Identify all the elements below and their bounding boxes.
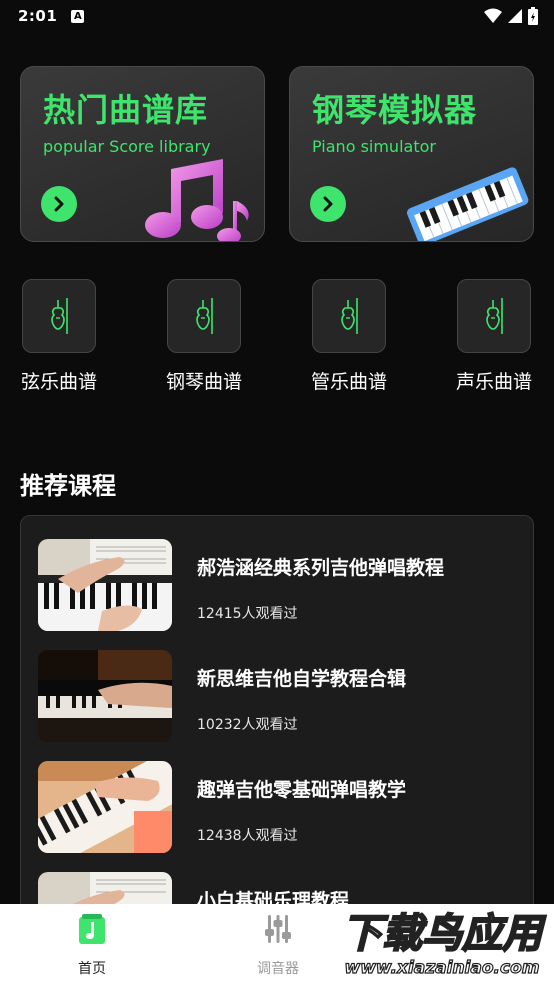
course-title: 趣弹吉他零基础弹唱教学 bbox=[197, 779, 407, 801]
violin-icon bbox=[486, 298, 503, 334]
category-label: 钢琴曲谱 bbox=[165, 371, 242, 393]
battery-icon bbox=[528, 7, 538, 25]
list-item[interactable]: 趣弹吉他零基础弹唱教学 12438人观看过 bbox=[38, 761, 518, 853]
violin-icon bbox=[196, 298, 213, 334]
card-title: 钢琴模拟器 bbox=[312, 91, 478, 129]
card-subtitle: popular Score library bbox=[43, 137, 211, 156]
tuner-sliders-icon bbox=[265, 915, 291, 943]
chevron-right-icon bbox=[323, 196, 333, 212]
section-title: 推荐课程 bbox=[20, 472, 116, 500]
violin-icon bbox=[51, 298, 68, 334]
course-thumbnail bbox=[38, 650, 172, 742]
course-views: 12415人观看过 bbox=[197, 606, 298, 622]
tab-label: 调音器 bbox=[257, 961, 299, 977]
keyboard-icon bbox=[406, 167, 529, 241]
course-views: 12438人观看过 bbox=[197, 828, 298, 844]
category-icon-box bbox=[167, 279, 241, 353]
wifi-icon bbox=[484, 8, 502, 23]
course-thumbnail bbox=[38, 539, 172, 631]
course-title: 新思维吉他自学教程合辑 bbox=[197, 668, 407, 690]
music-note-icon bbox=[145, 159, 249, 241]
tab-tuner[interactable]: 调音器 bbox=[218, 904, 338, 984]
signal-icon bbox=[508, 9, 522, 23]
category-vocal[interactable]: 声乐曲谱 bbox=[450, 279, 538, 394]
tab-home[interactable]: 首页 bbox=[32, 904, 152, 984]
list-item[interactable]: 郝浩涵经典系列吉他弹唱教程 12415人观看过 bbox=[38, 539, 518, 631]
category-piano[interactable]: 钢琴曲谱 bbox=[160, 279, 248, 394]
notification-a-icon: A bbox=[71, 9, 85, 23]
category-icon-box bbox=[312, 279, 386, 353]
course-title: 郝浩涵经典系列吉他弹唱教程 bbox=[197, 557, 445, 579]
home-score-icon bbox=[79, 914, 105, 944]
category-label: 声乐曲谱 bbox=[455, 371, 532, 393]
popular-score-library-card[interactable]: 热门曲谱库 popular Score library bbox=[20, 66, 265, 242]
course-thumbnail bbox=[38, 761, 172, 853]
card-subtitle: Piano simulator bbox=[312, 137, 436, 156]
chevron-right-icon bbox=[54, 196, 64, 212]
violin-icon bbox=[341, 298, 358, 334]
status-icons bbox=[484, 7, 538, 25]
status-bar: 2:01 A bbox=[0, 0, 554, 32]
status-time: 2:01 bbox=[18, 7, 58, 25]
category-icon-box bbox=[457, 279, 531, 353]
course-views: 10232人观看过 bbox=[197, 717, 298, 733]
svg-text:下载鸟应用: 下载鸟应用 bbox=[342, 911, 546, 957]
piano-simulator-card[interactable]: 钢琴模拟器 Piano simulator bbox=[289, 66, 534, 242]
tab-label: 首页 bbox=[78, 961, 106, 977]
category-strings[interactable]: 弦乐曲谱 bbox=[15, 279, 103, 394]
category-label: 管乐曲谱 bbox=[310, 371, 387, 393]
go-arrow-button[interactable] bbox=[310, 186, 346, 222]
list-item[interactable]: 新思维吉他自学教程合辑 10232人观看过 bbox=[38, 650, 518, 742]
svg-text:www.xiazainiao.com: www.xiazainiao.com bbox=[345, 958, 540, 978]
go-arrow-button[interactable] bbox=[41, 186, 77, 222]
card-title: 热门曲谱库 bbox=[43, 91, 209, 129]
category-label: 弦乐曲谱 bbox=[20, 371, 97, 393]
category-winds[interactable]: 管乐曲谱 bbox=[305, 279, 393, 394]
watermark-logo: 下载鸟应用 www.xiazainiao.com bbox=[331, 905, 554, 984]
course-list: 郝浩涵经典系列吉他弹唱教程 12415人观看过 新思维吉他自学教程合辑 1023… bbox=[20, 515, 534, 935]
category-icon-box bbox=[22, 279, 96, 353]
